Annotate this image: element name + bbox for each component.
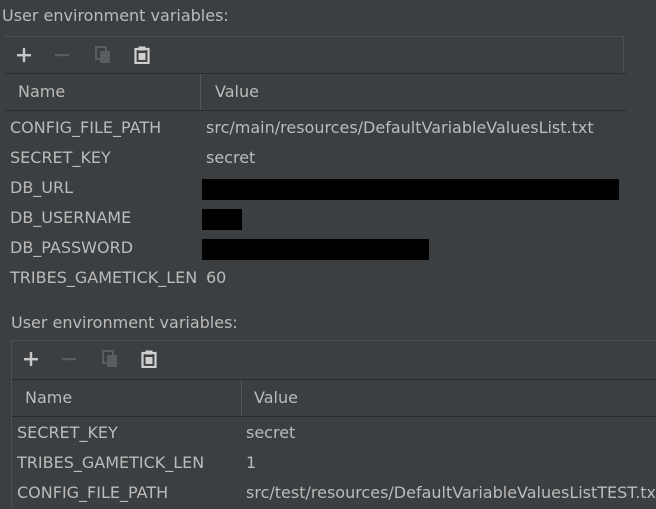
variable-name: SECRET_KEY — [10, 148, 111, 167]
remove-icon — [55, 54, 69, 57]
paste-button[interactable] — [128, 37, 156, 73]
section-label: User environment variables: — [11, 313, 238, 332]
redaction-bar — [202, 239, 429, 260]
variable-value: 60 — [206, 268, 227, 287]
variable-name: DB_URL — [10, 178, 74, 197]
env-vars-panel-test: User environment variables: Name Value S… — [0, 304, 656, 509]
add-icon — [24, 352, 38, 366]
column-header-name[interactable]: Name — [25, 380, 72, 416]
add-button[interactable] — [10, 37, 38, 73]
column-header-value[interactable]: Value — [215, 74, 259, 110]
table-header: Name Value — [5, 73, 626, 111]
variable-name: CONFIG_FILE_PATH — [17, 483, 169, 502]
column-header-name[interactable]: Name — [18, 74, 65, 110]
variable-value: secret — [206, 148, 256, 167]
paste-icon — [134, 46, 150, 64]
remove-button[interactable] — [48, 37, 76, 73]
env-vars-panel-main: User environment variables: Name Value C… — [0, 0, 656, 304]
toolbar — [5, 36, 624, 73]
paste-button[interactable] — [135, 341, 163, 377]
variable-name: SECRET_KEY — [17, 423, 118, 442]
table-header: Name Value — [12, 379, 656, 417]
variable-value: src/main/resources/DefaultVariableValues… — [206, 118, 594, 137]
variable-value: src/test/resources/DefaultVariableValues… — [246, 483, 656, 502]
variable-name: TRIBES_GAMETICK_LEN — [17, 453, 205, 472]
copy-button[interactable] — [96, 341, 124, 377]
column-divider[interactable] — [200, 74, 201, 110]
add-icon — [17, 48, 31, 62]
copy-icon — [95, 46, 110, 63]
toolbar — [12, 340, 656, 377]
column-divider[interactable] — [241, 380, 242, 416]
variable-value: 1 — [246, 453, 257, 472]
redaction-bar — [202, 209, 242, 230]
copy-button[interactable] — [89, 37, 117, 73]
remove-button[interactable] — [55, 341, 83, 377]
variable-name: TRIBES_GAMETICK_LEN — [10, 268, 198, 287]
variable-name: DB_PASSWORD — [10, 238, 134, 257]
add-button[interactable] — [17, 341, 45, 377]
variable-value: secret — [246, 423, 296, 442]
paste-icon — [141, 350, 157, 368]
variable-name: DB_USERNAME — [10, 208, 132, 227]
column-header-value[interactable]: Value — [254, 380, 298, 416]
copy-icon — [102, 350, 117, 367]
variable-name: CONFIG_FILE_PATH — [10, 118, 162, 137]
section-label: User environment variables: — [2, 6, 229, 25]
redaction-bar — [202, 179, 619, 200]
remove-icon — [62, 358, 76, 361]
